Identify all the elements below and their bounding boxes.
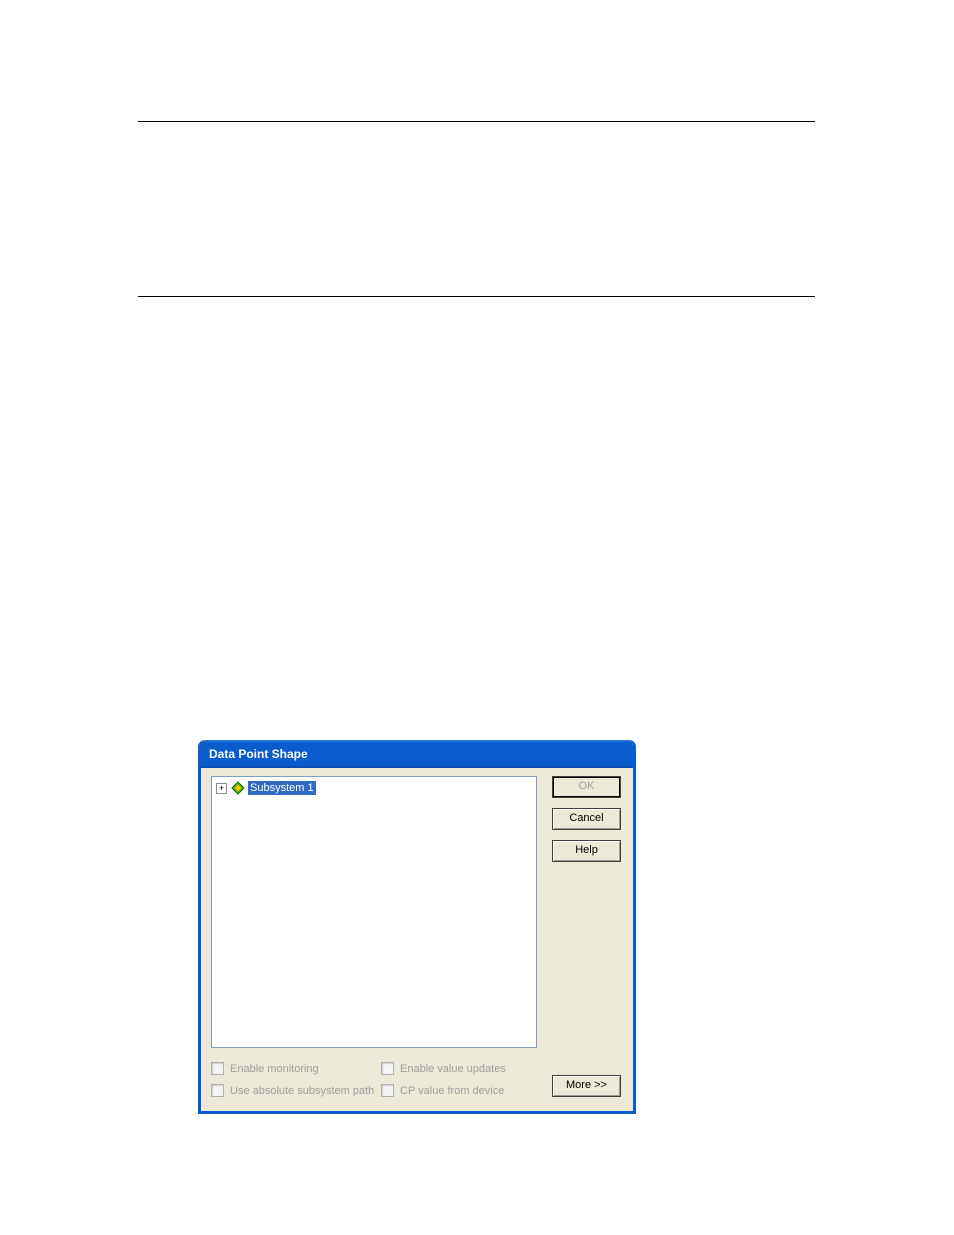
- use-absolute-path-label: Use absolute subsystem path: [230, 1085, 374, 1097]
- subsystem-diamond-icon: [231, 781, 245, 795]
- cancel-button[interactable]: Cancel: [552, 808, 621, 830]
- dialog-body: + Subsystem 1 OK Cancel Help More >> Ena…: [201, 768, 633, 1111]
- horizontal-rule: [138, 296, 815, 297]
- subsystem-tree[interactable]: + Subsystem 1: [211, 776, 537, 1048]
- data-point-shape-dialog: Data Point Shape + Subsystem 1 OK Cancel…: [198, 740, 636, 1114]
- enable-value-updates-label: Enable value updates: [400, 1063, 506, 1075]
- enable-value-updates-checkbox-row: Enable value updates: [381, 1062, 506, 1075]
- tree-row[interactable]: + Subsystem 1: [216, 780, 532, 796]
- enable-value-updates-checkbox[interactable]: [381, 1062, 394, 1075]
- cp-value-from-device-label: CP value from device: [400, 1085, 504, 1097]
- use-absolute-path-checkbox-row: Use absolute subsystem path: [211, 1084, 374, 1097]
- help-button[interactable]: Help: [552, 840, 621, 862]
- tree-expander-icon[interactable]: +: [216, 783, 227, 794]
- more-button[interactable]: More >>: [552, 1075, 621, 1097]
- enable-monitoring-label: Enable monitoring: [230, 1063, 319, 1075]
- horizontal-rule: [138, 121, 815, 122]
- ok-button[interactable]: OK: [552, 776, 621, 798]
- cp-value-from-device-checkbox-row: CP value from device: [381, 1084, 504, 1097]
- cp-value-from-device-checkbox[interactable]: [381, 1084, 394, 1097]
- tree-item-label[interactable]: Subsystem 1: [248, 781, 316, 795]
- dialog-titlebar[interactable]: Data Point Shape: [201, 740, 633, 768]
- enable-monitoring-checkbox[interactable]: [211, 1062, 224, 1075]
- dialog-title: Data Point Shape: [209, 747, 308, 761]
- use-absolute-path-checkbox[interactable]: [211, 1084, 224, 1097]
- enable-monitoring-checkbox-row: Enable monitoring: [211, 1062, 319, 1075]
